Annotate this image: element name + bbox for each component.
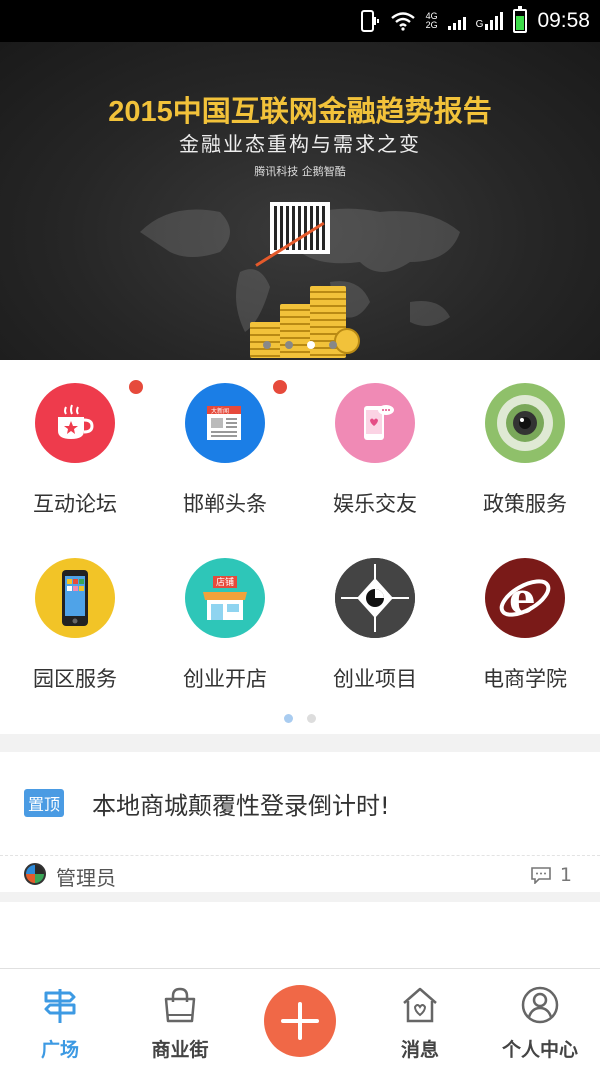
shop-sign: 店铺 xyxy=(216,576,234,588)
nav-label: 商业街 xyxy=(151,1039,209,1061)
status-bar: 4G 2G G 09:58 xyxy=(0,0,600,42)
phone-hearts-icon xyxy=(335,383,415,463)
new-badge xyxy=(273,380,287,394)
nav-messages[interactable]: 消息 xyxy=(360,969,480,1067)
qr-code-icon xyxy=(270,202,330,254)
grid-page-indicator xyxy=(0,714,600,723)
banner-dot[interactable] xyxy=(263,341,271,349)
grid-item-headlines[interactable]: 大新闻 邯郸头条 xyxy=(150,360,300,535)
newspaper-icon: 大新闻 xyxy=(185,383,265,463)
post-author[interactable]: 管理员 xyxy=(56,862,116,891)
wifi-icon xyxy=(390,12,415,31)
pinned-badge: 置顶 xyxy=(24,789,65,817)
banner-dot[interactable] xyxy=(329,341,337,349)
post-title[interactable]: 本地商城颠覆性登录倒计时! xyxy=(92,786,390,821)
publish-plus-button[interactable] xyxy=(264,985,336,1057)
banner-logos: 腾讯科技 企鹅智酷 xyxy=(254,165,346,178)
nav-plaza[interactable]: 广场 xyxy=(0,969,120,1067)
comment-icon xyxy=(531,867,551,884)
g-label: G xyxy=(475,19,484,30)
grid-item-forum[interactable]: 互动论坛 xyxy=(0,360,150,535)
grid-page-dot[interactable] xyxy=(307,714,316,723)
grid-item-label: 邯郸头条 xyxy=(183,492,267,516)
grid-item-social[interactable]: 娱乐交友 xyxy=(300,360,450,535)
grid-item-label: 电商学院 xyxy=(483,667,567,691)
nav-label: 消息 xyxy=(400,1039,439,1061)
grid-item-ecommerce-academy[interactable]: e 电商学院 xyxy=(450,535,600,710)
coffee-cup-icon xyxy=(35,383,115,463)
post-card-partial[interactable] xyxy=(0,902,600,968)
grid-item-label: 娱乐交友 xyxy=(333,492,417,516)
grid-item-label: 政策服务 xyxy=(483,492,567,516)
grid-item-open-shop[interactable]: 店铺 创业开店 xyxy=(150,535,300,710)
nav-profile[interactable]: 个人中心 xyxy=(480,969,600,1067)
post-card[interactable]: 置顶 本地商城颠覆性登录倒计时! 管理员 1 xyxy=(0,752,600,892)
comment-count[interactable]: 1 xyxy=(530,864,572,886)
aperture-icon xyxy=(335,558,415,638)
banner-dot-active[interactable] xyxy=(307,341,315,349)
storefront-icon: 店铺 xyxy=(185,558,265,638)
banner-title: 2015中国互联网金融趋势报告 xyxy=(108,96,492,128)
camera-lens-icon xyxy=(485,383,565,463)
grid-item-label: 互动论坛 xyxy=(33,492,117,516)
shopping-bag-icon xyxy=(164,987,196,1023)
network-type: 4G 2G xyxy=(426,12,438,30)
new-badge xyxy=(129,380,143,394)
phone-vibrate-icon xyxy=(360,10,379,32)
house-heart-icon xyxy=(403,987,437,1023)
nav-label: 广场 xyxy=(40,1039,79,1061)
banner-subtitle: 金融业态重构与需求之变 xyxy=(179,132,421,156)
grid-item-label: 创业开店 xyxy=(183,667,267,691)
comment-count-value: 1 xyxy=(559,864,572,886)
user-icon xyxy=(521,986,559,1024)
nav-mall[interactable]: 商业街 xyxy=(120,969,240,1067)
nav-label: 个人中心 xyxy=(501,1039,578,1061)
signal-2-icon: G xyxy=(476,12,504,30)
bottom-nav: 广场 商业街 消息 个人中心 xyxy=(0,968,600,1067)
grid-item-policy[interactable]: 政策服务 xyxy=(450,360,600,535)
smartphone-icon xyxy=(35,558,115,638)
avatar[interactable] xyxy=(24,863,46,885)
feature-grid: 互动论坛 大新闻 邯郸头条 娱乐交友 政策服务 园区服务 店铺 创业开店 创业项… xyxy=(0,360,600,734)
banner-indicator xyxy=(0,341,600,349)
battery-icon xyxy=(513,6,528,33)
post-divider xyxy=(0,855,600,856)
banner-carousel[interactable]: 2015中国互联网金融趋势报告 金融业态重构与需求之变 腾讯科技 企鹅智酷 xyxy=(0,42,600,360)
signpost-icon xyxy=(44,989,76,1023)
ie-browser-icon: e xyxy=(485,558,565,638)
grid-item-park[interactable]: 园区服务 xyxy=(0,535,150,710)
network-2g-label: 2G xyxy=(425,20,438,30)
signal-bars-icon xyxy=(447,12,466,30)
clock: 09:58 xyxy=(537,9,590,32)
grid-item-projects[interactable]: 创业项目 xyxy=(300,535,450,710)
grid-item-label: 创业项目 xyxy=(333,667,417,691)
news-sign: 大新闻 xyxy=(211,407,229,415)
grid-page-dot-active[interactable] xyxy=(284,714,293,723)
grid-item-label: 园区服务 xyxy=(33,667,117,691)
banner-dot[interactable] xyxy=(285,341,293,349)
